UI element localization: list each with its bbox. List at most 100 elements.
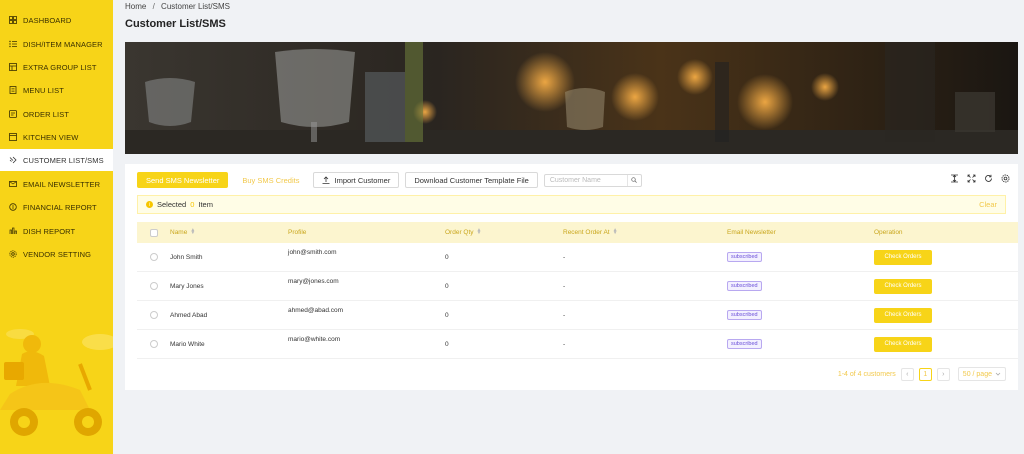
customer-profile: ahmed@abad.com <box>288 307 344 314</box>
customer-search <box>543 173 642 187</box>
row-checkbox[interactable] <box>150 311 158 319</box>
buy-sms-credits-button[interactable]: Buy SMS Credits <box>234 172 307 188</box>
check-orders-button[interactable]: Check Orders <box>874 336 932 352</box>
next-page-button[interactable]: › <box>936 367 950 381</box>
sidebar-item-vendor-setting[interactable]: VENDOR SETTING <box>0 243 113 265</box>
newsletter-status-badge: subscribed <box>727 281 762 291</box>
header-operation: Operation <box>874 229 903 236</box>
row-checkbox[interactable] <box>150 282 158 290</box>
sidebar-item-order-list[interactable]: ORDER LIST <box>0 103 113 125</box>
page-number-button[interactable]: 1 <box>918 367 932 381</box>
header-recent-order-label: Recent Order At <box>563 229 610 236</box>
customer-table: Name ▲ ▼ Profile Order Qty ▲ ▼ Recent Order … <box>137 222 1018 359</box>
report-icon <box>8 226 18 236</box>
fullscreen-icon[interactable] <box>967 174 976 183</box>
sidebar-item-email-newsletter[interactable]: EMAIL NEWSLETTER <box>0 173 113 195</box>
customer-profile: mary@jones.com <box>288 278 339 285</box>
delivery-scooter-illustration <box>0 329 113 436</box>
header-name[interactable]: Name ▲ ▼ <box>170 227 196 237</box>
check-orders-button[interactable]: Check Orders <box>874 249 932 265</box>
order-qty: 0 <box>445 282 449 290</box>
newsletter-status-badge: subscribed <box>727 310 762 320</box>
recent-order: - <box>563 340 566 348</box>
customer-name: Mario White <box>170 340 205 348</box>
newsletter-status-badge: subscribed <box>727 252 762 262</box>
row-checkbox[interactable] <box>150 340 158 348</box>
import-customer-label: Import Customer <box>334 175 391 185</box>
table-row: John Smith john@smith.com 0 - subscribed… <box>137 243 1018 272</box>
customer-profile: john@smith.com <box>288 249 337 256</box>
check-orders-button[interactable]: Check Orders <box>874 278 932 294</box>
sidebar-item-label: DISH/ITEM MANAGER <box>23 39 103 49</box>
sidebar: DASHBOARD DISH/ITEM MANAGER EXTRA GROUP … <box>0 0 113 454</box>
check-orders-button[interactable]: Check Orders <box>874 307 932 323</box>
sidebar-item-dish-manager[interactable]: DISH/ITEM MANAGER <box>0 33 113 55</box>
row-height-icon[interactable] <box>950 174 959 183</box>
page-size-select[interactable]: 50 / page <box>957 367 1006 381</box>
customer-name: Ahmed Abad <box>170 311 208 319</box>
download-template-button[interactable]: Download Customer Template File <box>405 172 538 188</box>
pagination: 1-4 of 4 customers ‹ 1 › 50 / page <box>838 367 1006 381</box>
sidebar-item-dashboard[interactable]: DASHBOARD <box>0 9 113 31</box>
sidebar-item-label: DISH REPORT <box>23 226 76 236</box>
table-tools <box>950 174 1010 183</box>
finance-icon <box>8 202 18 212</box>
selected-label: Selected <box>157 200 187 209</box>
sort-icon: ▲ ▼ <box>612 227 618 237</box>
toolbar: Send SMS Newsletter Buy SMS Credits Impo… <box>137 172 642 188</box>
customer-profile: mario@white.com <box>288 336 341 343</box>
menu-icon <box>8 85 18 95</box>
table-row: Mario White mario@white.com 0 - subscrib… <box>137 330 1018 359</box>
search-icon[interactable] <box>626 174 641 186</box>
sort-icon: ▲ ▼ <box>190 227 196 237</box>
breadcrumb-home[interactable]: Home <box>125 2 146 11</box>
order-qty: 0 <box>445 253 449 261</box>
send-sms-newsletter-button[interactable]: Send SMS Newsletter <box>137 172 229 188</box>
table-icon <box>8 62 18 72</box>
selection-alert: i Selected 0 Item Clear <box>137 195 1006 214</box>
sidebar-item-label: DASHBOARD <box>23 15 72 25</box>
page-title: Customer List/SMS <box>125 18 226 30</box>
newsletter-status-badge: subscribed <box>727 339 762 349</box>
sidebar-item-label: ORDER LIST <box>23 109 70 119</box>
sidebar-item-dish-report[interactable]: DISH REPORT <box>0 220 113 242</box>
row-checkbox[interactable] <box>150 253 158 261</box>
recent-order: - <box>563 253 566 261</box>
reload-icon[interactable] <box>984 174 993 183</box>
settings-icon[interactable] <box>1001 174 1010 183</box>
header-name-label: Name <box>170 229 188 236</box>
sidebar-item-kitchen-view[interactable]: KITCHEN VIEW <box>0 126 113 148</box>
clear-selection-link[interactable]: Clear <box>979 200 997 209</box>
item-label: Item <box>198 200 213 209</box>
customer-name-input[interactable] <box>544 176 627 184</box>
selected-count: 0 <box>190 200 195 209</box>
sidebar-item-customer-list[interactable]: CUSTOMER LIST/SMS <box>0 149 113 171</box>
order-qty: 0 <box>445 311 449 319</box>
import-icon <box>322 176 330 184</box>
customer-icon <box>8 155 18 165</box>
dashboard-icon <box>8 15 18 25</box>
order-qty: 0 <box>445 340 449 348</box>
header-email-newsletter: Email Newsletter <box>727 229 776 236</box>
sidebar-item-menu-list[interactable]: MENU LIST <box>0 79 113 101</box>
restaurant-banner-image <box>125 42 1018 154</box>
sidebar-item-label: CUSTOMER LIST/SMS <box>23 155 104 165</box>
sidebar-item-label: MENU LIST <box>23 85 64 95</box>
header-order-qty[interactable]: Order Qty ▲ ▼ <box>445 227 482 237</box>
sidebar-item-label: FINANCIAL REPORT <box>23 202 97 212</box>
prev-page-button[interactable]: ‹ <box>900 367 914 381</box>
sidebar-item-extra-group[interactable]: EXTRA GROUP LIST <box>0 56 113 78</box>
pagination-summary: 1-4 of 4 customers <box>837 370 896 378</box>
select-all-checkbox[interactable] <box>150 228 158 237</box>
table-row: Ahmed Abad ahmed@abad.com 0 - subscribed… <box>137 301 1018 330</box>
sidebar-item-financial-report[interactable]: FINANCIAL REPORT <box>0 196 113 218</box>
order-icon <box>8 109 18 119</box>
page-size-label: 50 / page <box>962 370 992 378</box>
sort-icon: ▲ ▼ <box>476 227 482 237</box>
header-recent-order[interactable]: Recent Order At ▲ ▼ <box>563 227 618 237</box>
table-row: Mary Jones mary@jones.com 0 - subscribed… <box>137 272 1018 301</box>
customer-name: John Smith <box>170 253 203 261</box>
kitchen-icon <box>8 132 18 142</box>
breadcrumb: Home / Customer List/SMS <box>125 2 230 11</box>
import-customer-button[interactable]: Import Customer <box>313 172 400 188</box>
